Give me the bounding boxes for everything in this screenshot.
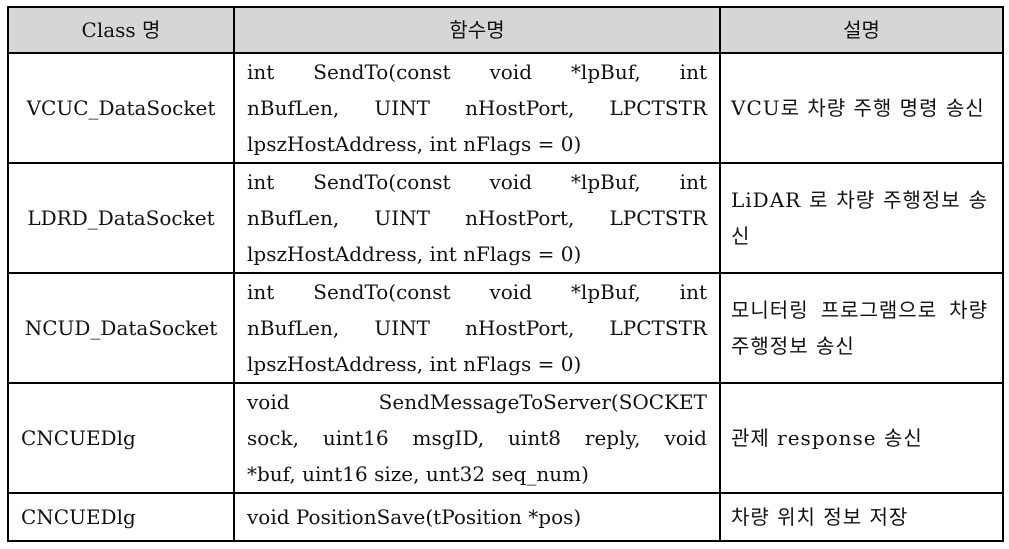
header-row: Class 명 함수명 설명 — [7, 6, 1004, 54]
class-name-cell: LDRD_DataSocket — [7, 162, 235, 274]
description-cell: 모니터링 프로그램으로 차량주행정보 송신 — [719, 272, 1004, 384]
function-cell: int SendTo(const void *lpBuf, int nBufLe… — [233, 52, 721, 164]
function-table: Class 명 함수명 설명 VCUC_DataSocket int SendT… — [7, 6, 1004, 542]
table-row: CNCUEDlg void SendMessageToServer(SOCKET… — [7, 382, 1004, 494]
class-name-cell: CNCUEDlg — [7, 492, 235, 542]
table-row: CNCUEDlg void PositionSave(tPosition *po… — [7, 492, 1004, 542]
description-cell: 차량 위치 정보 저장 — [719, 492, 1004, 542]
function-line: nBufLen, UINT nHostPort, LPCTSTR — [247, 96, 707, 120]
function-line: lpszHostAddress, int nFlags = 0) — [247, 352, 582, 376]
function-line: int SendTo(const void *lpBuf, int — [247, 170, 707, 194]
description-cell: 관제 response 송신 — [719, 382, 1004, 494]
function-line: int SendTo(const void *lpBuf, int — [247, 60, 707, 84]
table-row: VCUC_DataSocket int SendTo(const void *l… — [7, 52, 1004, 164]
class-name-cell: CNCUEDlg — [7, 382, 235, 494]
function-line: void SendMessageToServer(SOCKET — [247, 390, 707, 414]
description-cell: LiDAR 로 차량 주행정보 송신 — [719, 162, 1004, 274]
function-line: int SendTo(const void *lpBuf, int — [247, 280, 707, 304]
function-cell: void SendMessageToServer(SOCKET sock, ui… — [233, 382, 721, 494]
function-cell: int SendTo(const void *lpBuf, int nBufLe… — [233, 162, 721, 274]
function-line: *buf, uint16 size, unt32 seq_num) — [247, 462, 589, 486]
class-name-cell: VCUC_DataSocket — [7, 52, 235, 164]
function-line: lpszHostAddress, int nFlags = 0) — [247, 132, 582, 156]
description-cell: VCU로 차량 주행 명령 송신 — [719, 52, 1004, 164]
header-class-name: Class 명 — [7, 6, 235, 54]
function-cell: void PositionSave(tPosition *pos) — [233, 492, 721, 542]
table-row: NCUD_DataSocket int SendTo(const void *l… — [7, 272, 1004, 384]
function-line: sock, uint16 msgID, uint8 reply, void — [247, 426, 707, 450]
function-line: void PositionSave(tPosition *pos) — [247, 505, 582, 529]
header-description: 설명 — [719, 6, 1004, 54]
table-row: LDRD_DataSocket int SendTo(const void *l… — [7, 162, 1004, 274]
function-line: nBufLen, UINT nHostPort, LPCTSTR — [247, 206, 707, 230]
function-cell: int SendTo(const void *lpBuf, int nBufLe… — [233, 272, 721, 384]
function-line: nBufLen, UINT nHostPort, LPCTSTR — [247, 316, 707, 340]
function-line: lpszHostAddress, int nFlags = 0) — [247, 242, 582, 266]
header-function-name: 함수명 — [233, 6, 721, 54]
class-name-cell: NCUD_DataSocket — [7, 272, 235, 384]
